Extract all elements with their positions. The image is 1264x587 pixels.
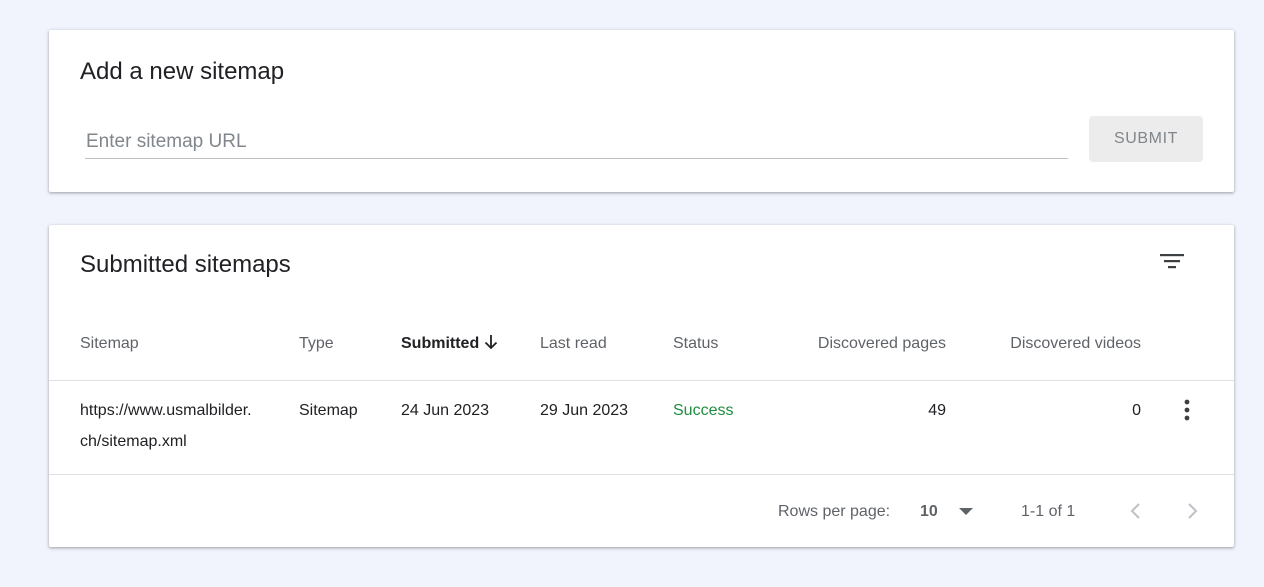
column-header-submitted[interactable]: Submitted — [401, 335, 479, 353]
sitemap-url-input[interactable] — [85, 126, 1068, 159]
sitemap-url-line-2: ch/sitemap.xml — [80, 433, 187, 450]
column-header-type[interactable]: Type — [299, 335, 334, 353]
discovered-pages-cell: 49 — [928, 402, 946, 419]
next-page-button[interactable] — [1180, 499, 1204, 523]
chevron-left-icon — [1130, 503, 1140, 519]
status-cell: Success — [673, 402, 734, 419]
filter-list-icon — [1160, 254, 1184, 269]
caret-down-icon — [959, 508, 973, 515]
column-header-discovered-pages[interactable]: Discovered pages — [769, 335, 946, 353]
submit-button[interactable]: SUBMIT — [1089, 116, 1203, 162]
column-header-discovered-videos[interactable]: Discovered videos — [969, 335, 1141, 353]
rows-per-page-label: Rows per page: — [778, 503, 891, 520]
submitted-sitemaps-title: Submitted sitemaps — [80, 251, 291, 278]
sitemap-url-cell: https://www.usmalbilder. ch/sitemap.xml — [80, 395, 280, 457]
submitted-sitemaps-card: Submitted sitemaps Sitemap Type Submitte… — [49, 225, 1234, 547]
sitemap-url-line-1: https://www.usmalbilder. — [80, 402, 252, 419]
pagination-range: 1-1 of 1 — [1021, 503, 1076, 520]
column-header-sitemap[interactable]: Sitemap — [80, 335, 139, 353]
column-header-last-read[interactable]: Last read — [540, 335, 607, 353]
header-divider — [49, 380, 1234, 381]
previous-page-button[interactable] — [1124, 499, 1148, 523]
rows-per-page-select[interactable]: 10 — [917, 499, 977, 525]
submitted-date-cell: 24 Jun 2023 — [401, 402, 490, 419]
row-menu-button[interactable] — [1175, 398, 1199, 424]
discovered-videos-cell: 0 — [1132, 402, 1141, 419]
add-sitemap-card: Add a new sitemap SUBMIT — [49, 30, 1234, 192]
chevron-right-icon — [1188, 503, 1198, 519]
rows-per-page-value: 10 — [920, 503, 938, 520]
column-header-status[interactable]: Status — [673, 335, 718, 353]
arrow-down-icon[interactable] — [481, 332, 501, 352]
last-read-date-cell: 29 Jun 2023 — [540, 402, 629, 419]
more-vert-icon — [1184, 399, 1190, 421]
row-divider — [49, 474, 1234, 475]
filter-button[interactable] — [1155, 245, 1189, 279]
add-sitemap-title: Add a new sitemap — [80, 58, 285, 85]
type-cell: Sitemap — [299, 402, 358, 419]
